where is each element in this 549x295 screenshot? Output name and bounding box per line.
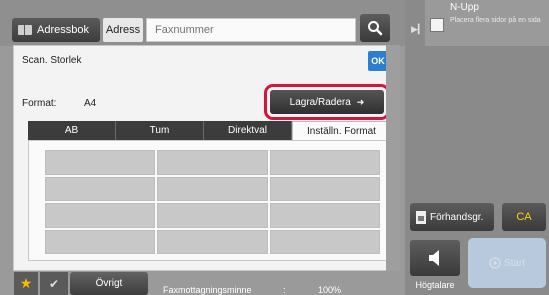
format-slot[interactable] [269, 203, 380, 228]
start-icon [489, 257, 501, 269]
search-button[interactable] [360, 14, 390, 42]
start-button[interactable]: Start [468, 238, 546, 288]
arrow-right-icon: ➜ [356, 96, 365, 107]
start-label: Start [503, 257, 526, 269]
favorite-button[interactable]: ★ [14, 272, 38, 295]
address-tab[interactable]: Adress [103, 18, 143, 42]
format-slot[interactable] [45, 229, 156, 254]
tab-inch[interactable]: Tum [116, 121, 204, 140]
tab-direct-entry[interactable]: Direktval [204, 121, 292, 140]
fax-memory-value: 100% [318, 285, 342, 295]
nupp-option[interactable]: N-Upp Placera flera sidor på en sida [425, 0, 549, 46]
format-value: A4 [84, 98, 97, 109]
addressbook-label: Adressbok [37, 24, 89, 36]
save-delete-button[interactable]: Lagra/Radera ➜ [270, 90, 384, 114]
right-panel: ▶▎ N-Upp Placera flera sidor på en sida … [405, 0, 549, 295]
tab-ab[interactable]: AB [28, 121, 116, 140]
format-slot[interactable] [157, 150, 268, 175]
custom-format-panel [28, 140, 391, 261]
nupp-checkbox[interactable] [430, 18, 444, 32]
fax-memory-label: Faxmottagningsminne [163, 285, 252, 295]
preview-button[interactable]: Förhandsgr. [410, 203, 494, 231]
search-icon [368, 21, 383, 36]
nupp-subtitle: Placera flera sidor på en sida [450, 17, 541, 24]
speaker-label: Högtalare [415, 280, 455, 290]
format-slot[interactable] [157, 176, 268, 201]
clear-all-button[interactable]: CA [502, 203, 546, 231]
format-slot[interactable] [157, 203, 268, 228]
speaker-icon [429, 250, 439, 266]
save-delete-label: Lagra/Radera [289, 96, 351, 108]
speaker-button[interactable] [410, 240, 460, 276]
format-slot[interactable] [269, 176, 380, 201]
tab-custom-format[interactable]: Inställn. Format [292, 121, 391, 140]
checkmark-icon: ✔ [48, 276, 60, 291]
top-bar: Adressbok Adress [0, 0, 405, 46]
format-tabs: AB Tum Direktval Inställn. Format [28, 121, 391, 140]
other-button[interactable]: Övrigt [70, 272, 148, 295]
format-slot[interactable] [269, 229, 380, 254]
check-button[interactable]: ✔ [40, 272, 68, 295]
format-slot[interactable] [45, 176, 156, 201]
fax-memory-separator: : [283, 285, 286, 295]
format-slot[interactable] [45, 150, 156, 175]
format-slot[interactable] [269, 150, 380, 175]
document-icon [416, 210, 426, 224]
addressbook-button[interactable]: Adressbok [12, 18, 100, 42]
dialog-title: Scan. Storlek [22, 55, 82, 66]
play-icon[interactable]: ▶▎ [411, 24, 425, 35]
preview-label: Förhandsgr. [430, 211, 484, 223]
book-icon [18, 25, 32, 35]
scan-size-dialog: Scan. Storlek OK Format: A4 Lagra/Radera… [13, 45, 395, 271]
star-icon: ★ [19, 275, 33, 291]
ok-button[interactable]: OK [368, 51, 388, 71]
fax-number-input[interactable] [146, 18, 356, 42]
dialog-side-strip [386, 45, 400, 271]
format-slot[interactable] [45, 203, 156, 228]
custom-format-grid [45, 150, 380, 254]
format-slot[interactable] [157, 229, 268, 254]
nupp-title: N-Upp [450, 2, 479, 13]
format-label: Format: [22, 98, 57, 109]
